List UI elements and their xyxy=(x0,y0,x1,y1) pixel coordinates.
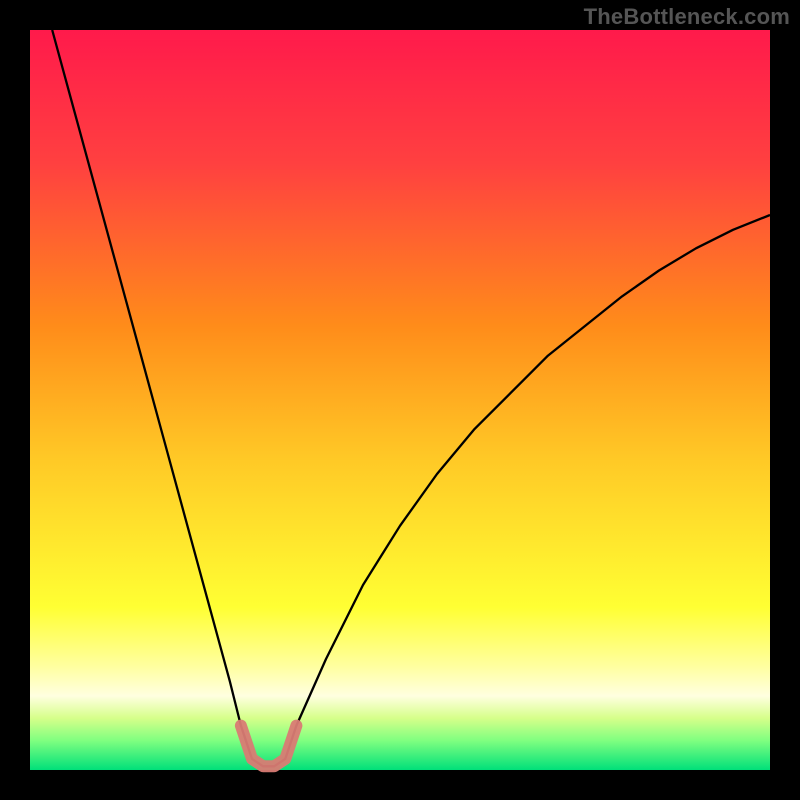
plot-background xyxy=(30,30,770,770)
chart-frame: TheBottleneck.com xyxy=(0,0,800,800)
watermark-text: TheBottleneck.com xyxy=(584,4,790,30)
bottleneck-chart xyxy=(0,0,800,800)
